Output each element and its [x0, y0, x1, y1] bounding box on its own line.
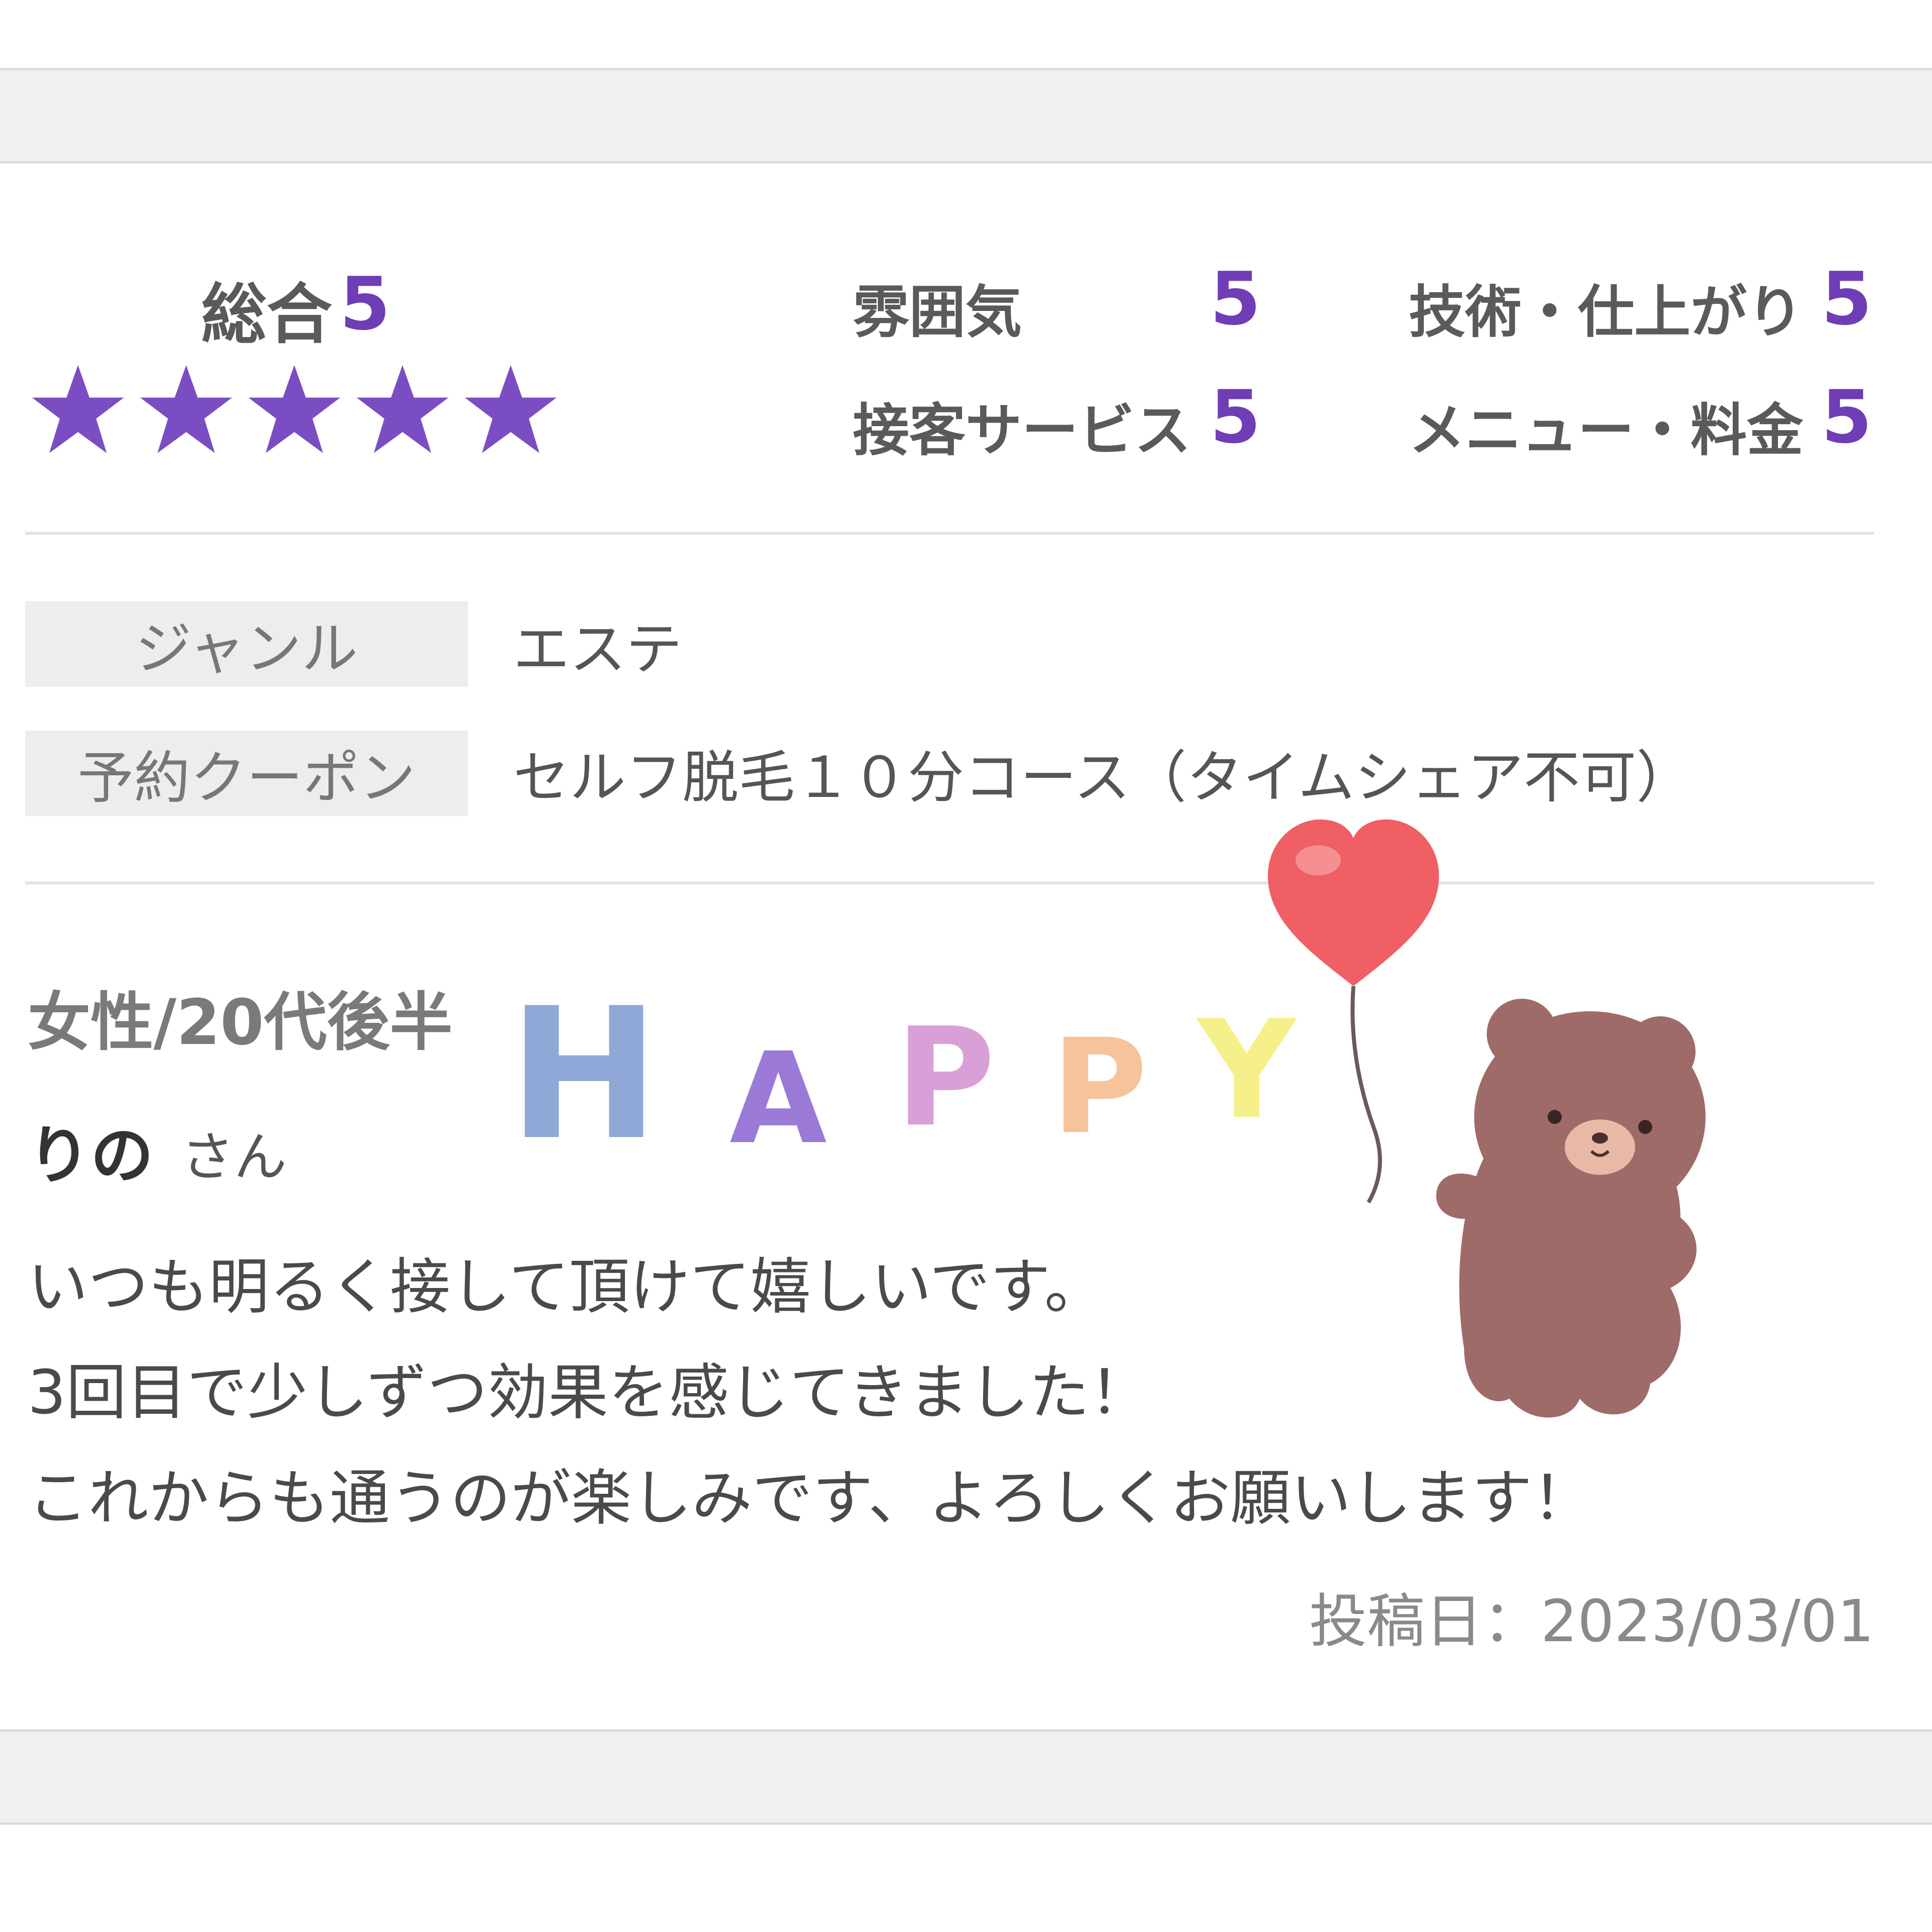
rating-service-value: 5 — [1210, 375, 1261, 460]
coupon-value[interactable]: セルフ脱毛１０分コース（タイムシェア不可） — [513, 732, 1693, 814]
star-icon — [248, 365, 341, 453]
bear-eye — [1638, 1120, 1652, 1134]
bear-nose — [1592, 1133, 1608, 1144]
rating-menu-price-label: メニュー・料金 — [1409, 398, 1803, 463]
genre-value: エステ — [513, 617, 682, 682]
bear-eye — [1548, 1110, 1562, 1124]
bear-with-balloon-sticker — [1268, 819, 1706, 1418]
reviewer-attributes: 女性/20代後半 — [28, 986, 453, 1059]
star-icon — [140, 365, 232, 453]
review-comment-line: 3回目で少しずつ効果を感じてきました！ — [28, 1358, 1150, 1428]
rating-technique-value: 5 — [1821, 257, 1872, 342]
rating-atmosphere-label: 雰囲気 — [853, 280, 1022, 345]
star-icon — [464, 365, 557, 453]
happy-letter: H — [508, 969, 660, 1177]
star-icon — [356, 365, 449, 453]
rating-service-label: 接客サービス — [853, 398, 1191, 463]
heart-balloon-icon — [1268, 819, 1439, 986]
overall-rating-label: 総合 — [201, 276, 333, 353]
happy-sticker: H A P P Y — [505, 966, 1301, 1177]
rating-menu-price-value: 5 — [1821, 375, 1872, 460]
happy-letter: P — [896, 998, 995, 1157]
rating-atmosphere-value: 5 — [1210, 257, 1261, 342]
rating-technique-label: 技術・仕上がり — [1409, 280, 1803, 345]
reviewer-name: りの — [28, 1119, 153, 1192]
balloon-highlight — [1296, 845, 1341, 875]
overall-rating-value: 5 — [340, 262, 390, 347]
divider — [25, 532, 1874, 535]
coupon-label: 予約クーポン — [25, 731, 468, 816]
bottom-gray-band — [0, 1729, 1932, 1825]
happy-letter: A — [730, 1025, 827, 1172]
review-comment-line: これからも通うのが楽しみです、よろしくお願いします！ — [28, 1464, 1593, 1534]
overall-stars — [30, 362, 558, 458]
balloon-string — [1350, 986, 1382, 1203]
happy-letter: P — [1052, 1011, 1148, 1163]
top-gray-band — [0, 68, 1932, 164]
genre-label: ジャンル — [25, 601, 468, 687]
review-comment-line: いつも明るく接して頂けて嬉しいです。 — [28, 1252, 1105, 1322]
reviewer-honorific: さん — [181, 1126, 287, 1188]
bear-muzzle — [1565, 1119, 1635, 1175]
bear-icon — [1436, 999, 1706, 1418]
post-date: 投稿日：2023/03/01 — [1309, 1588, 1874, 1655]
star-icon — [32, 365, 124, 453]
